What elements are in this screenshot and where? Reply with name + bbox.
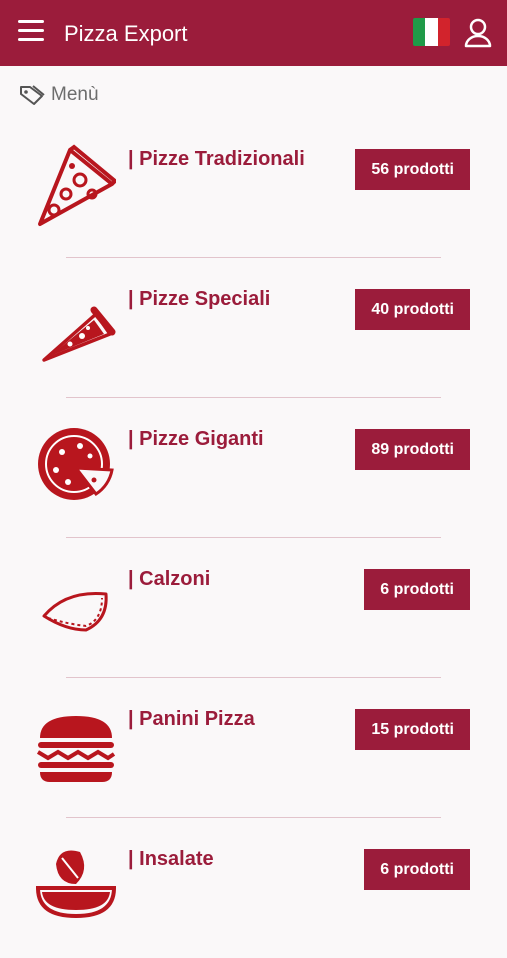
category-name: | Insalate: [128, 848, 214, 870]
category-item[interactable]: | Calzoni 6 prodotti: [0, 538, 507, 678]
pizza-slice-icon: [38, 144, 116, 226]
user-icon[interactable]: [464, 18, 492, 48]
salad-bowl-icon: [36, 850, 116, 919]
app-title: Pizza Export: [64, 21, 188, 46]
category-list: | Pizze Tradizionali 56 prodotti | Pizze…: [0, 118, 507, 958]
product-count-button[interactable]: 56 prodotti: [355, 149, 470, 190]
category-item[interactable]: | Pizze Giganti 89 prodotti: [0, 398, 507, 538]
product-count-button[interactable]: 89 prodotti: [355, 429, 470, 470]
product-count-button[interactable]: 40 prodotti: [355, 289, 470, 330]
whole-pizza-icon: [38, 428, 114, 500]
breadcrumb-label: Menù: [51, 84, 99, 105]
product-count-button[interactable]: 6 prodotti: [364, 569, 470, 610]
product-count-button[interactable]: 6 prodotti: [364, 849, 470, 890]
category-name: | Calzoni: [128, 568, 211, 590]
category-item[interactable]: | Insalate 6 prodotti: [0, 818, 507, 958]
category-name: | Pizze Tradizionali: [128, 148, 305, 170]
category-item[interactable]: | Pizze Speciali 40 prodotti: [0, 258, 507, 398]
category-name: | Panini Pizza: [128, 708, 255, 730]
category-name: | Pizze Speciali: [128, 288, 271, 310]
burger-icon: [36, 716, 116, 782]
category-name: | Pizze Giganti: [128, 428, 264, 450]
tag-icon: [20, 85, 45, 105]
app-bar: Pizza Export: [0, 0, 507, 66]
pizza-wedge-icon: [42, 306, 116, 362]
calzone-icon: [42, 591, 108, 632]
product-count-button[interactable]: 15 prodotti: [355, 709, 470, 750]
category-item[interactable]: | Pizze Tradizionali 56 prodotti: [0, 118, 507, 258]
menu-icon[interactable]: [18, 20, 44, 44]
italian-flag-icon[interactable]: [413, 18, 450, 46]
breadcrumb: Menù: [19, 84, 99, 106]
category-item[interactable]: | Panini Pizza 15 prodotti: [0, 678, 507, 818]
